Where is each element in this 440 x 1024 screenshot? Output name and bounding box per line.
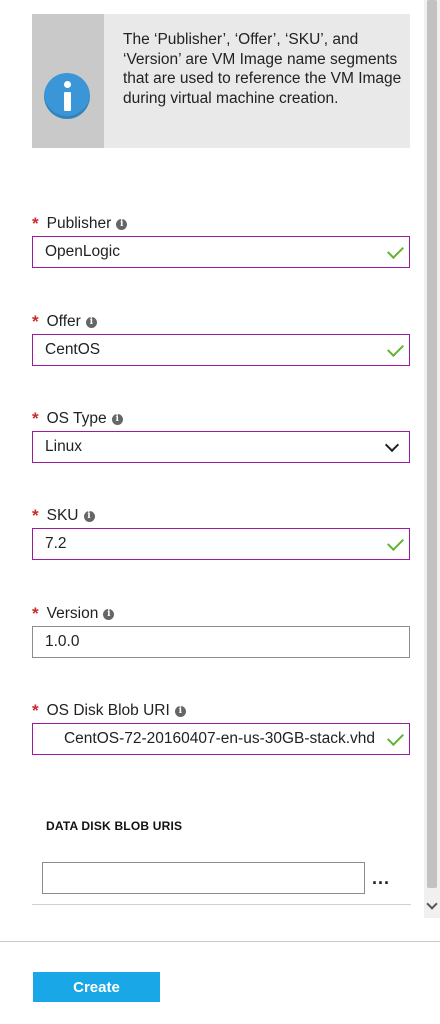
checkmark-icon [387,340,404,357]
help-icon[interactable]: i [111,413,123,425]
create-button[interactable]: Create [33,972,160,1002]
os-type-value: Linux [45,438,83,455]
required-marker: * [32,312,39,331]
info-icon-column [32,14,104,148]
os-type-field: * OS Type i Linux [32,409,410,463]
version-label-row: * Version i [32,604,410,624]
version-input[interactable]: 1.0.0 [32,626,410,658]
help-icon[interactable]: i [85,316,97,328]
required-marker: * [32,409,39,428]
publisher-field: * Publisher i OpenLogic [32,214,410,268]
vertical-scrollbar[interactable] [424,0,440,918]
scrollbar-thumb[interactable] [427,0,437,888]
help-icon[interactable]: i [103,608,115,620]
sku-input[interactable]: 7.2 [32,528,410,560]
offer-label-row: * Offer i [32,312,410,332]
os-disk-blob-uri-field: * OS Disk Blob URI i CentOS-72-20160407-… [32,701,410,755]
help-icon[interactable]: i [83,510,95,522]
required-marker: * [32,604,39,623]
offer-label: Offer [46,313,81,330]
info-box: The ‘Publisher’, ‘Offer’, ‘SKU’, and ‘Ve… [32,14,410,148]
checkmark-icon [387,534,404,551]
form-panel: The ‘Publisher’, ‘Offer’, ‘SKU’, and ‘Ve… [0,0,424,918]
checkmark-icon [387,242,404,259]
os-type-label: OS Type [46,410,107,427]
os-type-label-row: * OS Type i [32,409,410,429]
offer-field: * Offer i CentOS [32,312,410,366]
os-disk-blob-uri-label-row: * OS Disk Blob URI i [32,701,410,721]
sku-label-row: * SKU i [32,506,410,526]
divider [32,904,411,905]
version-label: Version [46,605,99,622]
data-disk-blob-uri-input[interactable] [42,862,365,894]
offer-value: CentOS [45,341,101,358]
offer-input[interactable]: CentOS [32,334,410,366]
publisher-label: Publisher [46,215,112,232]
footer-divider [0,941,440,942]
version-value: 1.0.0 [45,633,80,650]
info-text: The ‘Publisher’, ‘Offer’, ‘SKU’, and ‘Ve… [123,31,402,107]
os-disk-blob-uri-label: OS Disk Blob URI [46,702,170,719]
os-type-select[interactable]: Linux [32,431,410,463]
version-field: * Version i 1.0.0 [32,604,410,658]
os-disk-blob-uri-input[interactable]: CentOS-72-20160407-en-us-30GB-stack.vhd [32,723,410,755]
checkmark-icon [387,729,404,746]
required-marker: * [32,214,39,233]
sku-label: SKU [46,507,79,524]
chevron-down-icon [384,437,400,453]
required-marker: * [32,701,39,720]
sku-field: * SKU i 7.2 [32,506,410,560]
publisher-value: OpenLogic [45,243,120,260]
required-marker: * [32,506,39,525]
info-icon [44,73,90,119]
browse-ellipsis-button[interactable]: ... [372,868,390,889]
data-disk-heading: DATA DISK BLOB URIS [46,819,183,833]
scroll-down-arrow-icon[interactable] [426,898,438,910]
help-icon[interactable]: i [116,218,128,230]
help-icon[interactable]: i [174,705,186,717]
publisher-label-row: * Publisher i [32,214,410,234]
publisher-input[interactable]: OpenLogic [32,236,410,268]
sku-value: 7.2 [45,535,67,552]
os-disk-blob-uri-value: CentOS-72-20160407-en-us-30GB-stack.vhd [63,730,375,747]
